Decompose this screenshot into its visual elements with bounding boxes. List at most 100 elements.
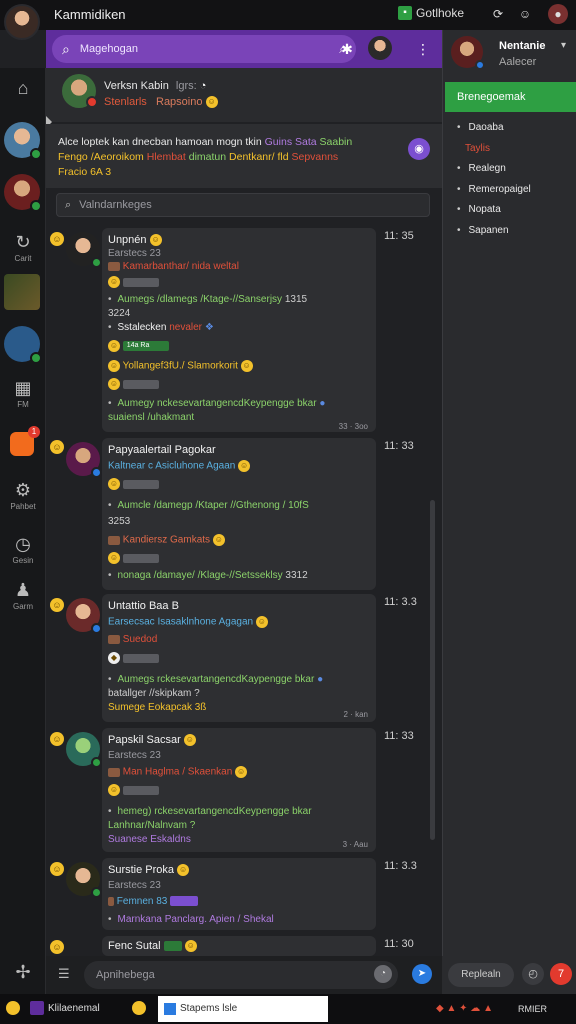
reaction-emoji-icon[interactable]: ☺ — [50, 232, 64, 246]
tray-icons[interactable]: ◆ ▲ ✦ ☁ ▲ — [436, 1000, 493, 1018]
list-item[interactable]: Taylis — [457, 143, 531, 164]
taskbar-item[interactable]: Klilaenemal — [30, 1000, 100, 1018]
message-card: Fenc Sutal ☺ — [102, 936, 376, 956]
message-input[interactable]: Apnihebega — [84, 961, 398, 989]
sender-name: Surstie Proka — [108, 864, 175, 876]
message-time: 11: 33 — [384, 440, 414, 452]
emoji-icon: ☺ — [149, 234, 162, 247]
history-icon: ◷ — [15, 534, 31, 554]
browser-icon[interactable] — [132, 1000, 150, 1018]
header-avatar[interactable] — [368, 36, 392, 60]
profile-avatar[interactable] — [451, 36, 485, 70]
composer-menu-icon[interactable]: ☰ — [58, 966, 70, 982]
message-time: 11: 33 — [384, 730, 414, 742]
conversation-sub-right: Rapsoino ☺ — [156, 96, 218, 109]
scrollbar[interactable] — [430, 500, 435, 840]
conversation-title: Verksn Kabin lgrs: ◔ — [104, 80, 207, 92]
reaction-emoji-icon[interactable]: ☺ — [50, 732, 64, 746]
rail-item-garm[interactable]: ♟ Garm — [0, 580, 46, 611]
sender-avatar[interactable] — [66, 232, 102, 268]
account-icon[interactable]: ● — [548, 4, 568, 24]
rail-item-pahbet[interactable]: ⚙ Pahbet — [0, 480, 46, 511]
reaction-emoji-icon[interactable]: ☺ — [50, 940, 64, 954]
top-header: ⌕ Magehogan ⌕ ✱ ⋮ — [46, 30, 442, 68]
sender-avatar[interactable] — [66, 598, 102, 634]
message-card: Papyaalertail Pagokar Kaltnear c Asicluh… — [66, 438, 376, 590]
title-bar: Kammidiken ▪ Gotlhoke ⟳ ☺ ● — [0, 0, 576, 40]
rail-item-gesin[interactable]: ◷ Gesin — [0, 534, 46, 565]
user-avatar[interactable] — [4, 4, 40, 40]
taskbar-active-item[interactable]: Stapems lsle — [158, 996, 328, 1022]
composer: ☰ Apnihebega ◔ ➤ — [46, 956, 442, 994]
list-item[interactable]: • Realegn — [457, 163, 531, 184]
message-time: 11: 30 — [384, 938, 414, 950]
rail-contact-avatar-3[interactable] — [4, 326, 42, 364]
sender-name: Unpnén — [108, 234, 147, 246]
info-banner: Alce loptek kan dnecban hamoan mogn tkin… — [46, 124, 442, 188]
message-time: 11: 35 — [384, 230, 414, 242]
right-panel-list: • Daoaba Taylis • Realegn • Remeropaigel • N… — [457, 122, 531, 245]
sender-name: Papskil Sacsar — [108, 734, 181, 746]
grid-icon: ▦ — [14, 378, 32, 398]
activity-icon[interactable]: ✱ — [336, 38, 358, 60]
right-panel: Nentanie Aalecer ▾ Brenegoemak • Daoaba T… — [442, 30, 576, 994]
reaction-emoji-icon[interactable]: ☺ — [50, 862, 64, 876]
filter-input[interactable]: ⌕ Valndarnkeges — [56, 193, 430, 217]
message-time: 11: 3.3 — [384, 596, 417, 608]
refresh-icon: ↻ — [15, 232, 31, 252]
sender-avatar[interactable] — [66, 862, 102, 898]
start-icon[interactable] — [6, 1000, 24, 1018]
profile-status: Aalecer — [499, 56, 537, 68]
rail-contact-avatar-2[interactable] — [4, 174, 42, 212]
status-badge — [86, 96, 98, 108]
list-item[interactable]: • Sapanen — [457, 225, 531, 246]
notification-badge-icon[interactable]: 1 — [10, 426, 40, 456]
emoji-icon: ☺ — [205, 96, 218, 109]
timer-icon[interactable]: ◴ — [522, 963, 544, 985]
left-rail: ⌂ ↻ Carit ▦ FM 1 ⚙ Pahbet ◷ Gesin ♟ Garm… — [0, 68, 46, 994]
tray-clock: RMIER — [518, 1004, 547, 1014]
sender-avatar[interactable] — [66, 732, 102, 768]
message-card: Untattio Baa B Earsecsac Isasaklnhone Ag… — [66, 594, 376, 722]
reaction-emoji-icon[interactable]: ☺ — [50, 598, 64, 612]
emoji-picker-icon[interactable]: ◔ — [374, 965, 392, 983]
search-icon: ⌕ — [62, 40, 70, 57]
search-bar[interactable]: ⌕ Magehogan ⌕ — [52, 35, 356, 63]
list-item[interactable]: • Nopata — [457, 204, 531, 225]
sender-name: Untattio Baa B — [108, 600, 179, 612]
gear-icon: ⚙ — [14, 480, 32, 500]
home-icon[interactable]: ⌂ — [0, 78, 46, 98]
message-card: Surstie Proka ☺ Earstecs 23 Femnen 83 • M… — [66, 858, 376, 930]
chevron-down-icon[interactable]: ▾ — [561, 40, 566, 51]
send-icon[interactable]: ➤ — [412, 964, 432, 984]
list-item[interactable]: • Daoaba — [457, 122, 531, 143]
extension-label: Gotlhoke — [416, 6, 465, 20]
search-icon: ⌕ — [65, 198, 72, 211]
clock-icon: ◔ — [199, 80, 207, 92]
rail-item-carit[interactable]: ↻ Carit — [0, 232, 46, 263]
section-button[interactable]: Brenegoemak — [445, 82, 576, 112]
app-title: Kammidiken — [54, 7, 126, 22]
banner-action-icon[interactable]: ◉ — [408, 138, 430, 160]
settings-spark-icon[interactable]: ✢ — [0, 962, 46, 982]
profile-name: Nentanie — [499, 40, 546, 52]
reaction-emoji-icon[interactable]: ☺ — [50, 440, 64, 454]
list-item[interactable]: • Remeropaigel — [457, 184, 531, 205]
alert-icon[interactable]: 7 — [550, 963, 572, 985]
refresh-icon[interactable]: ⟳ — [488, 4, 508, 24]
sender-avatar[interactable] — [66, 442, 102, 478]
more-menu-icon[interactable]: ⋮ — [412, 38, 434, 60]
search-input[interactable]: Magehogan — [80, 43, 339, 55]
sender-name: Fenc Sutal — [108, 940, 161, 952]
rail-item-fm[interactable]: ▦ FM — [0, 378, 46, 409]
message-card: Papskil Sacsar ☺ Earstecs 23 Man Haglma … — [66, 728, 376, 852]
rail-game-thumbnail[interactable] — [4, 274, 40, 310]
rail-contact-avatar-1[interactable] — [4, 122, 42, 160]
right-actions: Replealn ◴ 7 — [442, 956, 576, 994]
profile-small-icon[interactable]: ☺ — [515, 4, 535, 24]
reply-button[interactable]: Replealn — [448, 963, 514, 987]
conversation-sub-left: Stenlarls — [104, 96, 147, 108]
taskbar: Klilaenemal Stapems lsle ◆ ▲ ✦ ☁ ▲ RMIER — [0, 994, 576, 1024]
person-icon: ♟ — [14, 580, 32, 600]
extension-indicator[interactable]: ▪ Gotlhoke — [398, 6, 464, 20]
